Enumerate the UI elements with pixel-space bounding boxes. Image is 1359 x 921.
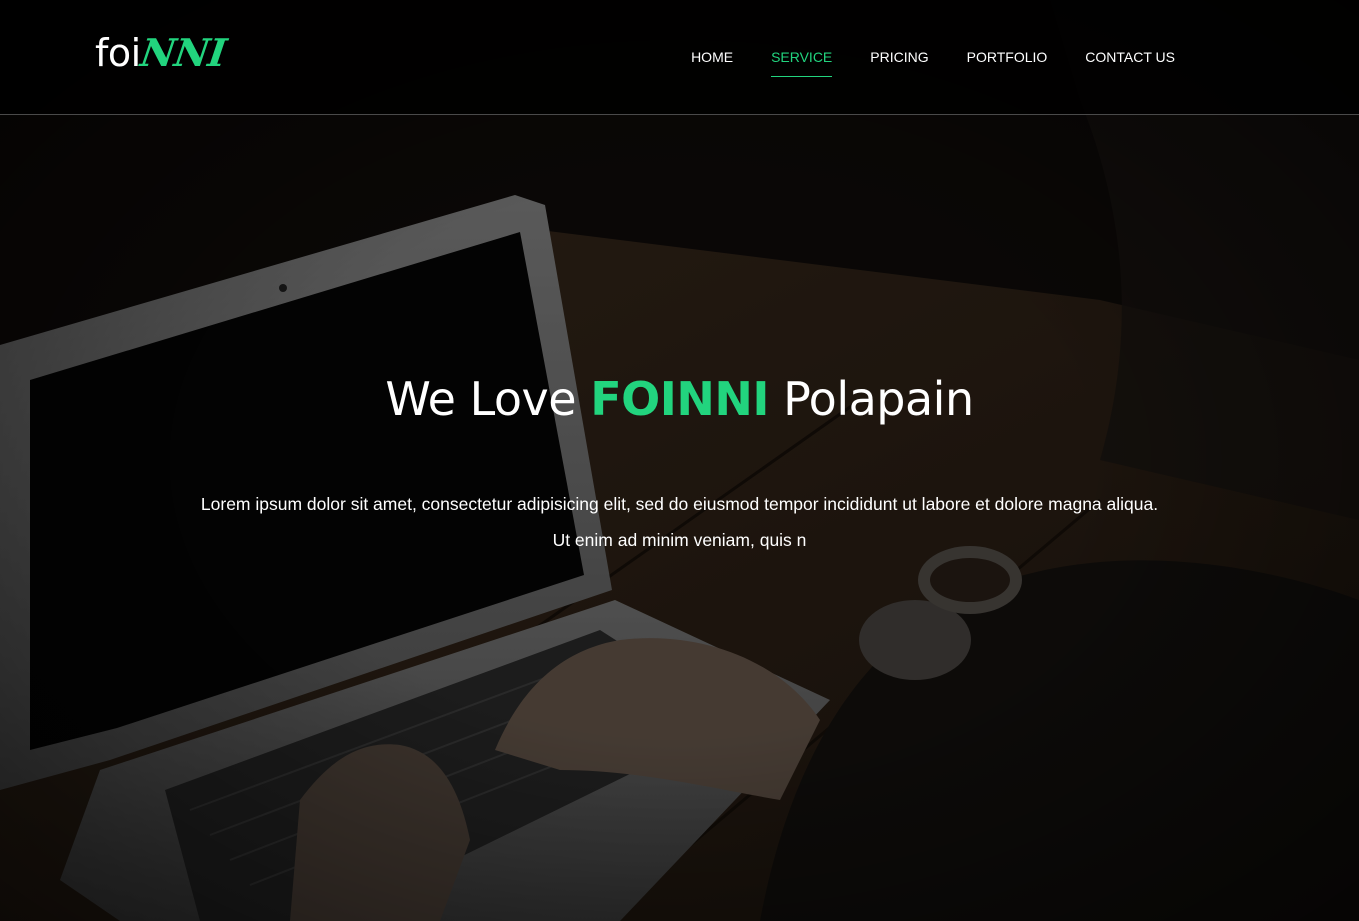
hero-title-brand: FOINNI: [590, 372, 769, 426]
logo-text-main: foi: [95, 31, 141, 75]
hero-title-prefix: We Love: [385, 372, 577, 426]
hero-title: We Love FOINNI Polapain: [0, 360, 1359, 438]
hero-description-line-2: Ut enim ad minim veniam, quis n: [552, 530, 807, 550]
site-header: foi NNI HOME SERVICE PRICING PORTFOLIO C…: [0, 0, 1359, 115]
nav-item-portfolio[interactable]: PORTFOLIO: [967, 46, 1048, 68]
nav-item-service[interactable]: SERVICE: [771, 46, 833, 77]
nav-item-home[interactable]: HOME: [691, 46, 733, 68]
hero-title-suffix: Polapain: [783, 372, 974, 426]
nav-item-pricing[interactable]: PRICING: [870, 46, 928, 68]
hero-section: We Love FOINNI Polapain Lorem ipsum dolo…: [0, 360, 1359, 558]
hero-description: Lorem ipsum dolor sit amet, consectetur …: [180, 486, 1180, 558]
nav-item-contact-us[interactable]: CONTACT US: [1085, 46, 1175, 68]
hero-description-line-1: Lorem ipsum dolor sit amet, consectetur …: [200, 494, 1159, 514]
logo-text-accent: NNI: [137, 30, 229, 75]
brand-logo[interactable]: foi NNI: [95, 30, 229, 76]
main-navigation: HOME SERVICE PRICING PORTFOLIO CONTACT U…: [691, 46, 1175, 77]
